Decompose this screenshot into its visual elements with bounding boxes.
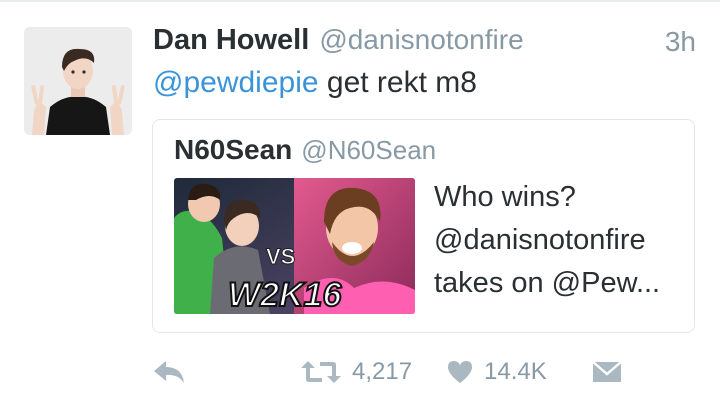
display-name[interactable]: Dan Howell (153, 24, 309, 57)
reply-button[interactable] (152, 352, 186, 392)
tweet-actions: 4,217 14.4K (0, 352, 720, 392)
retweet-icon (301, 361, 341, 383)
divider (0, 0, 720, 2)
like-button[interactable]: 14.4K (446, 352, 547, 392)
vs-badge: VS (266, 244, 295, 269)
retweet-count: 4,217 (352, 358, 413, 385)
tweet-text-body: get rekt m8 (318, 66, 477, 99)
user-handle[interactable]: @danisnotonfire (319, 24, 523, 56)
quoted-user-handle: @N60Sean (301, 135, 437, 165)
quoted-text-line: Who wins? (434, 181, 576, 213)
quoted-tweet-header: N60Sean @N60Sean (174, 134, 436, 166)
tweet-header: Dan Howell @danisnotonfire (153, 24, 524, 60)
mention-link[interactable]: @pewdiepie (153, 66, 319, 99)
heart-icon (448, 361, 472, 383)
avatar[interactable] (24, 27, 132, 135)
timestamp[interactable]: 3h (665, 26, 696, 58)
like-count: 14.4K (484, 358, 547, 385)
quoted-tweet-card[interactable]: N60Sean @N60Sean VS W2K16 Who wins? @dan… (152, 119, 695, 333)
tweet-text: @pewdiepie get rekt m8 (153, 66, 477, 100)
quoted-tweet-text: Who wins? @danisnotonfire takes on @Pew.… (434, 176, 684, 305)
reply-icon (154, 361, 184, 383)
retweet-button[interactable]: 4,217 (300, 352, 412, 392)
quoted-media-thumbnail[interactable]: VS W2K16 (174, 178, 415, 314)
direct-message-button[interactable] (591, 352, 623, 392)
envelope-icon (592, 361, 622, 382)
w2k16-logo: W2K16 (228, 276, 342, 314)
quoted-text-line: takes on @Pew... (434, 267, 661, 299)
tweet[interactable]: Dan Howell @danisnotonfire 3h @pewdiepie… (0, 0, 720, 406)
quoted-display-name: N60Sean (174, 134, 293, 165)
quoted-text-line: @danisnotonfire (434, 224, 646, 256)
